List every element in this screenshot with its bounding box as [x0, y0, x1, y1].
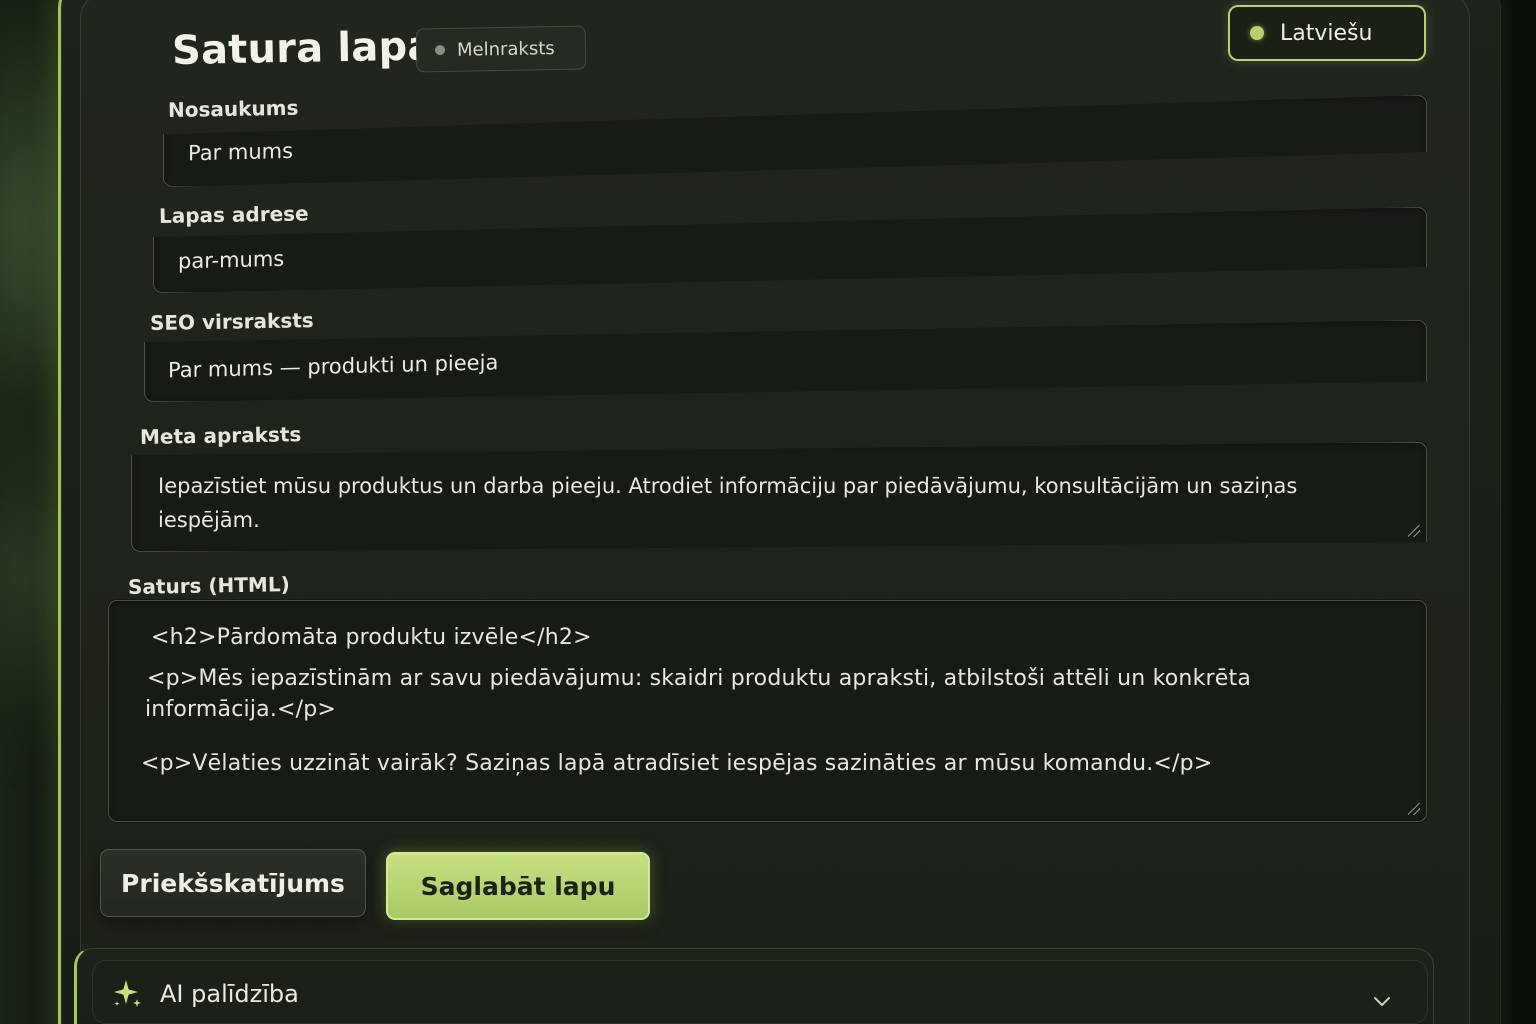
slug-label: Lapas adrese: [158, 201, 309, 228]
name-input-value: Par mums: [188, 138, 294, 166]
language-label: Latviešu: [1280, 20, 1373, 46]
code-line: <p>Mēs iepazīstinām ar savu piedāvājumu:…: [147, 666, 1252, 691]
code-line: informācija.</p>: [145, 697, 337, 722]
status-dot-icon: [434, 44, 446, 56]
seo-title-label: SEO virsraksts: [149, 308, 314, 335]
preview-button-label: Priekšskatījums: [121, 868, 345, 898]
language-selector-button[interactable]: Latviešu: [1228, 5, 1426, 61]
meta-description-label: Meta apraksts: [139, 422, 302, 449]
preview-button[interactable]: Priekšskatījums: [100, 849, 366, 917]
code-line: <h2>Pārdomāta produktu izvēle</h2>: [151, 625, 592, 650]
name-label: Nosaukums: [167, 95, 299, 122]
status-label: Melnraksts: [456, 37, 555, 61]
save-button-label: Saglabāt lapu: [420, 871, 616, 901]
app-window: Satura lapa Melnraksts Latviešu Nosaukum…: [0, 0, 1536, 1024]
ai-assist-title: AI palīdzība: [160, 980, 299, 1008]
language-dot-icon: [1250, 26, 1264, 40]
seo-title-input-value: Par mums — produkti un pieeja: [168, 350, 499, 383]
status-badge: Melnraksts: [415, 25, 587, 73]
content-resize-handle-icon[interactable]: [1408, 803, 1420, 815]
meta-description-value: Iepazīstiet mūsu produktus un darba piee…: [158, 474, 1298, 532]
meta-description-textarea[interactable]: Iepazīstiet mūsu produktus un darba piee…: [131, 442, 1427, 552]
save-page-button[interactable]: Saglabāt lapu: [386, 852, 650, 920]
page-title: Satura lapa: [171, 23, 435, 74]
content-html-textarea[interactable]: <h2>Pārdomāta produktu izvēle</h2> <p>Mē…: [108, 600, 1427, 822]
chevron-down-icon[interactable]: [1372, 992, 1392, 1012]
code-line: <p>Vēlaties uzzināt vairāk? Saziņas lapā…: [141, 751, 1213, 776]
sparkle-icon: [114, 980, 141, 1007]
content-html-label: Saturs (HTML): [127, 572, 290, 599]
slug-input-value: par-mums: [178, 246, 285, 274]
meta-resize-handle-icon[interactable]: [1408, 525, 1420, 537]
